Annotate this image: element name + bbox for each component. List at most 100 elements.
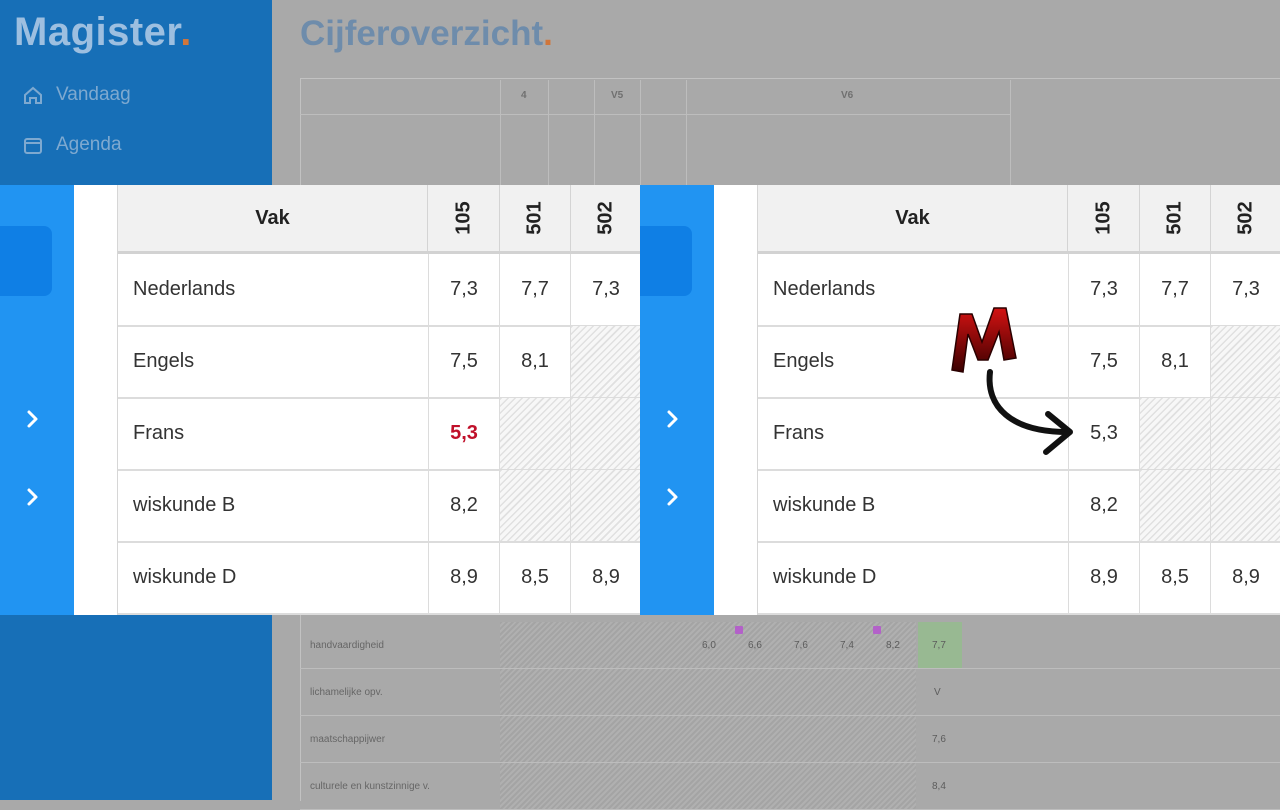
grade-value: 7,6 [794,640,808,651]
table-row: Nederlands 7,3 7,7 7,3 [118,254,640,327]
column-header-label: 105 [452,201,474,235]
grade-cell[interactable]: 7,5 [428,326,499,397]
column-group-label: V6 [841,90,854,101]
subject-name: Nederlands [773,278,876,300]
grade-panel-right: Vak 105 501 502 Nederlands 7,3 7,7 7,3 E… [640,185,1280,615]
average-value: 8,4 [932,781,946,792]
sidebar-active-item[interactable] [640,226,692,296]
grade-cell[interactable]: 8,9 [1210,542,1280,613]
grade-panel-left: Vak 105 501 502 Nederlands 7,3 7,7 7,3 E… [0,185,640,615]
table-row: Engels 7,5 8,1 [118,326,640,399]
grade-cell[interactable]: 8,9 [1068,542,1139,613]
table-row: handvaardigheid 6,0 6,6 7,6 7,4 8,2 7,7 [300,622,1280,669]
grade-value: 7,4 [840,640,854,651]
grid-line [300,114,1010,115]
grade-cell[interactable]: 8,2 [428,470,499,541]
grade-cell[interactable]: 7,3 [570,254,640,325]
subject-name: Nederlands [133,278,236,300]
column-header[interactable]: 502 [1210,185,1280,251]
sidebar [640,185,714,615]
table-row: culturele en kunstzinnige v. 8,4 [300,763,1280,810]
grade-cell[interactable]: 8,5 [1139,542,1210,613]
chevron-right-icon[interactable] [25,409,41,429]
empty-cell [1139,470,1210,541]
table-row: Frans 5,3 [118,398,640,471]
empty-cell [570,326,640,397]
column-header[interactable]: 105 [1068,185,1140,251]
grade-cell[interactable]: 8,9 [570,542,640,613]
subject-name: Frans [133,422,185,444]
grade-table: Vak 105 501 502 Nederlands 7,3 7,7 7,3 E… [117,185,640,615]
grid-line [686,80,687,185]
chevron-right-icon[interactable] [665,409,681,429]
table-header: Vak 105 501 502 [758,185,1280,254]
column-header-vak[interactable]: Vak [758,185,1068,251]
column-header[interactable]: 502 [570,185,640,251]
grid-line [594,80,595,185]
column-group-label: V5 [611,90,624,101]
grade-cell[interactable]: 7,7 [499,254,570,325]
column-header-label: 105 [1092,201,1114,235]
hatched-cells [500,763,916,809]
column-header[interactable]: 501 [499,185,571,251]
grade-cell[interactable]: 8,1 [1139,326,1210,397]
home-icon [24,86,42,104]
grade-value: 6,6 [748,640,762,651]
grid-line [1010,80,1011,185]
failing-grade-cell[interactable]: 5,3 [428,398,499,469]
sidebar-active-item[interactable] [0,226,52,296]
column-group-label: 4 [521,90,527,101]
empty-cell [1210,326,1280,397]
table-row: lichamelijke opv. V [300,669,1280,716]
grade-cell[interactable]: 7,3 [1210,254,1280,325]
nav-label: Vandaag [56,84,131,105]
column-header-label: 501 [523,201,545,235]
grade-cell[interactable]: 7,3 [428,254,499,325]
row-label: lichamelijke opv. [310,687,383,698]
column-header-label: 502 [594,201,616,235]
marker-badge [873,626,881,634]
table-row: wiskunde B 8,2 [758,470,1280,543]
column-header[interactable]: 105 [428,185,500,251]
hatched-cells [500,669,916,715]
grade-value: 6,0 [702,640,716,651]
table-row: wiskunde B 8,2 [118,470,640,543]
nav-label: Agenda [56,134,122,155]
average-value: 7,6 [932,734,946,745]
column-header[interactable]: 501 [1139,185,1211,251]
column-header-label: 501 [1163,201,1185,235]
table-header: Vak 105 501 502 [118,185,640,254]
calendar-icon [24,138,42,154]
grade-cell[interactable]: 8,1 [499,326,570,397]
grade-cell[interactable]: 7,3 [1068,254,1139,325]
grade-cell[interactable]: 8,2 [1068,470,1139,541]
table-row: wiskunde D 8,9 8,5 8,9 [758,542,1280,615]
grade-cell[interactable]: 8,9 [428,542,499,613]
column-header-vak[interactable]: Vak [118,185,428,251]
grid-line [548,80,549,185]
table-row: maatschappijwer 7,6 [300,716,1280,763]
nav-item-agenda[interactable]: Agenda [22,134,122,156]
grade-cell[interactable]: 8,5 [499,542,570,613]
empty-cell [499,398,570,469]
subject-name: wiskunde B [773,494,876,516]
subject-name: wiskunde D [773,566,877,588]
empty-cell [1210,398,1280,469]
chevron-right-icon[interactable] [665,487,681,507]
grid-line [640,80,641,185]
empty-cell [1139,398,1210,469]
column-header-label: 502 [1234,201,1256,235]
subject-name: Engels [773,350,835,372]
chevron-right-icon[interactable] [25,487,41,507]
curved-arrow-icon [986,369,1073,455]
table-row: wiskunde D 8,9 8,5 8,9 [118,542,640,615]
sidebar [0,185,74,615]
subject-name: wiskunde B [133,494,236,516]
row-label: culturele en kunstzinnige v. [310,781,430,792]
subject-name: wiskunde D [133,566,237,588]
average-value: 7,7 [932,640,946,651]
nav-item-vandaag[interactable]: Vandaag [22,84,131,106]
grade-value: 8,2 [886,640,900,651]
hatched-cells [500,716,916,762]
grade-cell[interactable]: 7,7 [1139,254,1210,325]
